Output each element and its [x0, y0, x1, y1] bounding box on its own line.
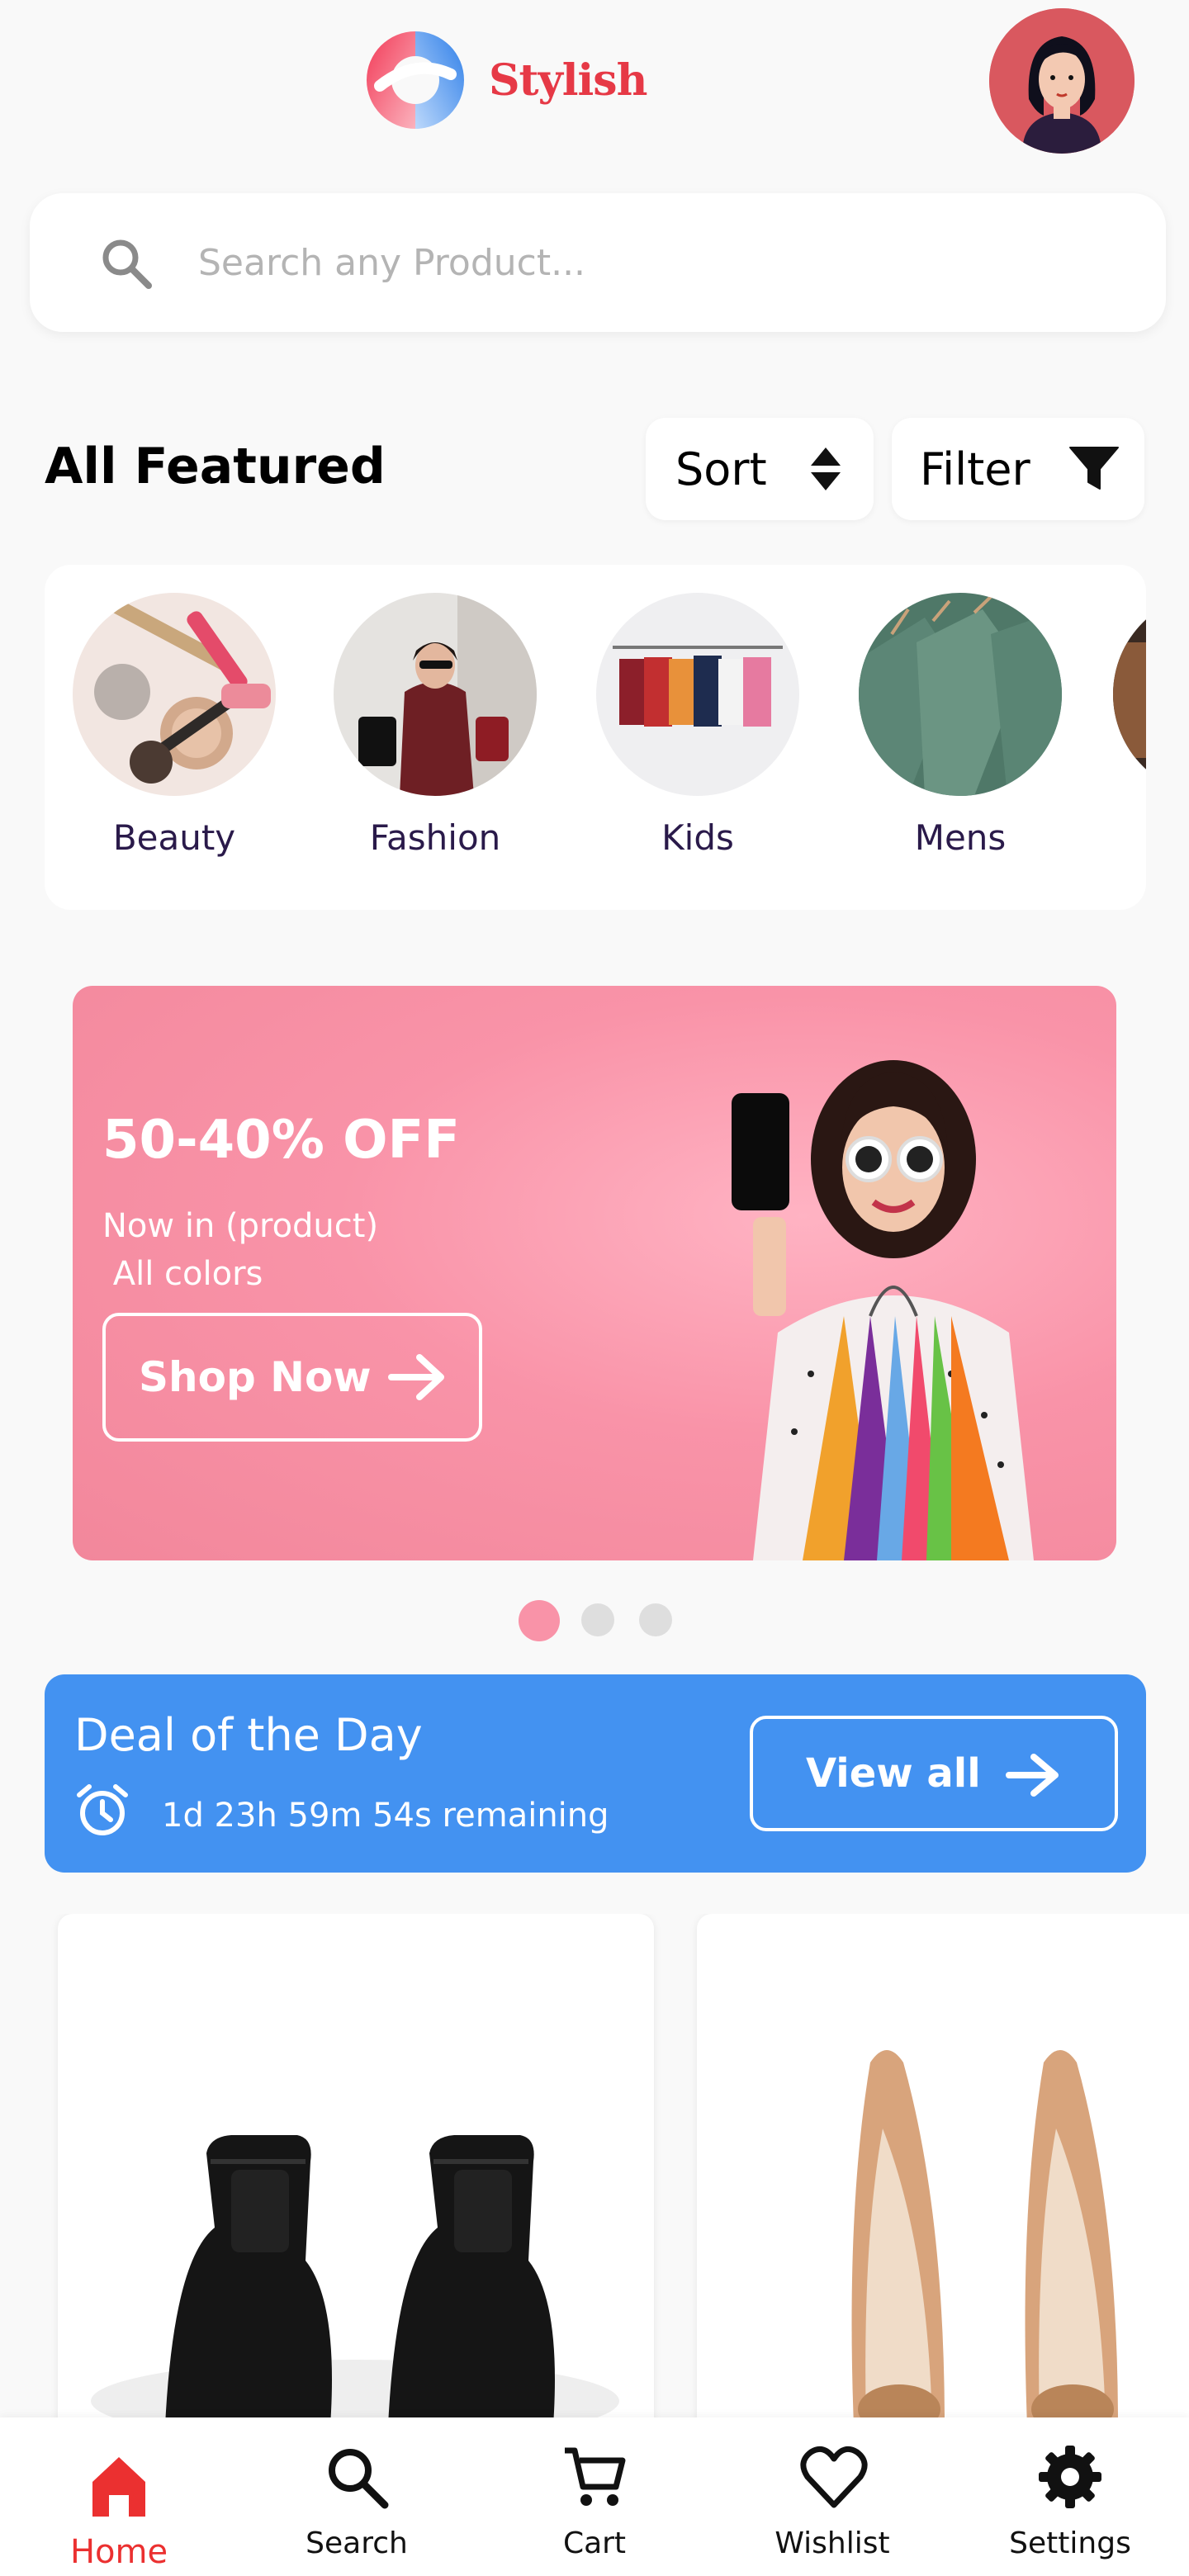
search-icon [329, 2449, 389, 2509]
cart-icon [565, 2447, 626, 2506]
shop-now-label: Shop Now [139, 1353, 372, 1401]
nav-cart[interactable]: Cart [476, 2417, 713, 2576]
womens-image [1113, 593, 1146, 796]
nav-search[interactable]: Search [238, 2417, 476, 2576]
carousel-dot[interactable] [639, 1603, 672, 1636]
nav-label: Wishlist [775, 2526, 890, 2560]
app-header: Stylish [0, 0, 1189, 165]
carousel-dot[interactable] [581, 1603, 614, 1636]
filter-label: Filter [920, 443, 1030, 495]
section-title: All Featured [45, 438, 386, 495]
deal-title: Deal of the Day [74, 1709, 423, 1761]
app-logo[interactable]: Stylish [347, 25, 647, 135]
beauty-image [73, 593, 276, 796]
nav-wishlist[interactable]: Wishlist [713, 2417, 951, 2576]
banner-subtitle: Now in (product) All colors [102, 1207, 379, 1293]
category-womens[interactable]: W [1113, 593, 1146, 858]
product-image-boots [91, 2135, 619, 2426]
arrow-right-icon [1006, 1754, 1059, 1797]
mens-image [859, 593, 1062, 796]
category-label: Mens [914, 817, 1007, 858]
product-card[interactable] [58, 1914, 654, 2426]
search-input[interactable] [198, 230, 1106, 296]
stylish-logo-icon [367, 31, 464, 129]
kids-image [596, 593, 799, 796]
nav-home[interactable]: Home [0, 2417, 238, 2576]
heart-icon [800, 2446, 868, 2508]
sort-icon [811, 447, 841, 490]
category-kids[interactable]: Kids [596, 593, 799, 858]
search-icon [102, 239, 152, 289]
user-avatar[interactable] [989, 8, 1135, 154]
sort-label: Sort [675, 443, 767, 495]
nav-label: Search [306, 2526, 408, 2560]
bottom-navigation: Home Search Cart Wishlist Settings [0, 2417, 1189, 2576]
category-label: W [1113, 817, 1146, 858]
category-label: Beauty [112, 817, 236, 858]
banner-title: 50-40% OFF [102, 1110, 460, 1171]
carousel-indicator [0, 1600, 1189, 1645]
search-bar[interactable] [30, 193, 1166, 332]
alarm-clock-icon [77, 1784, 128, 1835]
view-all-button[interactable]: View all [750, 1716, 1118, 1831]
nav-label: Home [69, 2533, 168, 2571]
category-carousel[interactable]: Beauty Fashion Kids Mens [45, 565, 1146, 910]
category-beauty[interactable]: Beauty [73, 593, 276, 858]
nav-settings[interactable]: Settings [951, 2417, 1189, 2576]
arrow-right-icon [388, 1354, 444, 1400]
deal-countdown: 1d 23h 59m 54s remaining [162, 1797, 609, 1835]
carousel-dot-active[interactable] [519, 1600, 560, 1641]
banner-model-image [732, 1060, 1034, 1560]
fashion-image [334, 593, 537, 796]
category-mens[interactable]: Mens [859, 593, 1062, 858]
deal-of-the-day-card: Deal of the Day 1d 23h 59m 54s remaining… [45, 1674, 1146, 1873]
product-carousel[interactable] [0, 1914, 1189, 2426]
gear-icon [1039, 2446, 1101, 2508]
filter-button[interactable]: Filter [892, 418, 1144, 520]
category-label: Fashion [369, 817, 501, 858]
product-card[interactable] [697, 1914, 1189, 2426]
view-all-label: View all [806, 1750, 981, 1797]
category-label: Kids [661, 817, 734, 858]
product-image-heels [851, 2050, 1118, 2426]
sort-button[interactable]: Sort [646, 418, 874, 520]
home-icon [92, 2457, 145, 2517]
shop-now-button[interactable]: Shop Now [102, 1313, 482, 1442]
category-fashion[interactable]: Fashion [334, 593, 537, 858]
nav-label: Settings [1009, 2526, 1131, 2560]
promo-banner[interactable]: 50-40% OFF Now in (product) All colors S… [73, 986, 1116, 1560]
app-name: Stylish [489, 54, 647, 106]
avatar-illustration [989, 8, 1135, 154]
filter-icon [1069, 447, 1119, 490]
nav-label: Cart [562, 2526, 627, 2560]
